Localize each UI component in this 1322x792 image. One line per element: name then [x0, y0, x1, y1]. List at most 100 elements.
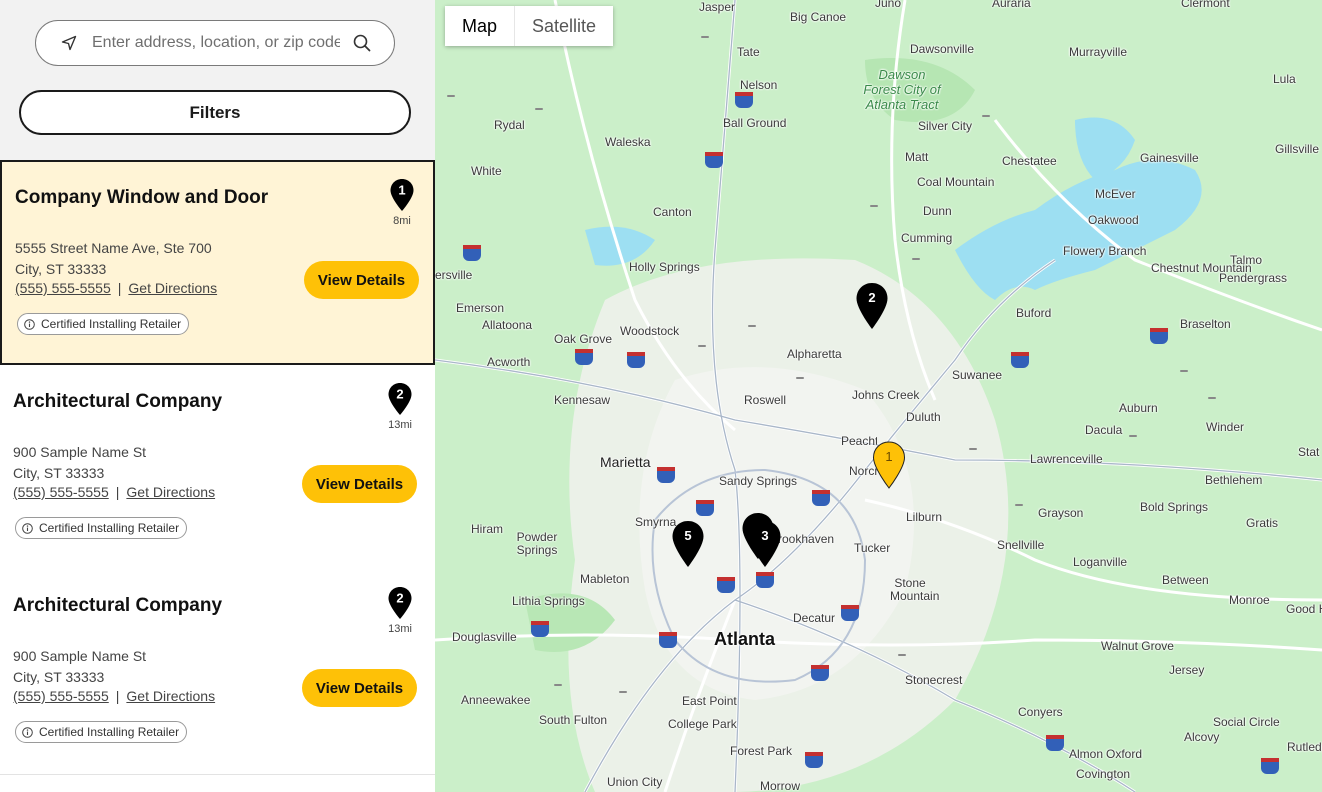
phone-link[interactable]: (555) 555-5555: [15, 280, 111, 296]
info-icon: [24, 318, 36, 330]
certified-badge: Certified Installing Retailer: [15, 721, 188, 743]
place-label: Jersey: [1169, 663, 1205, 677]
view-details-button[interactable]: View Details: [304, 261, 419, 299]
park-label: Dawson Forest City of Atlanta Tract: [863, 67, 941, 112]
view-details-button[interactable]: View Details: [302, 669, 417, 707]
interstate-shield-icon: [705, 152, 723, 168]
route-shield-icon: [870, 205, 878, 207]
marker-label: 3: [761, 528, 769, 543]
phone-link[interactable]: (555) 555-5555: [13, 688, 109, 704]
place-label: Matt: [905, 150, 929, 164]
search-panel: Filters: [0, 0, 435, 161]
location-search-box[interactable]: [35, 20, 395, 66]
result-pin-number: 2: [396, 387, 403, 402]
link-separator: |: [117, 280, 122, 296]
place-label: Nelson: [740, 78, 778, 92]
place-label: Walnut Grove: [1101, 639, 1174, 653]
get-directions-link[interactable]: Get Directions: [126, 688, 215, 704]
interstate-shield-icon: [805, 752, 823, 768]
result-card[interactable]: Architectural Company 2 13mi 900 Sample …: [0, 570, 435, 775]
route-shield-icon: [1208, 397, 1216, 399]
map-tab[interactable]: Map: [445, 6, 515, 46]
place-label: Monroe: [1229, 593, 1270, 607]
place-label: East Point: [682, 694, 737, 708]
interstate-shield-icon: [659, 632, 677, 648]
get-directions-link[interactable]: Get Directions: [126, 484, 215, 500]
phone-link[interactable]: (555) 555-5555: [13, 484, 109, 500]
place-label: Chestatee: [1002, 154, 1057, 168]
map-marker-2[interactable]: 2: [855, 282, 889, 330]
route-shield-icon: [701, 36, 709, 38]
place-label: ersville: [435, 268, 473, 282]
place-label: Decatur: [793, 611, 836, 625]
route-shield-icon: [969, 448, 977, 450]
place-label: Conyers: [1018, 705, 1063, 719]
address: 5555 Street Name Ave, Ste 700 City, ST 3…: [15, 238, 212, 280]
place-label: Atlanta: [714, 629, 776, 649]
place-label: Auraria: [992, 0, 1031, 10]
place-label: Auburn: [1119, 401, 1158, 415]
result-card[interactable]: Architectural Company 2 13mi 900 Sample …: [0, 366, 435, 571]
map-marker-3[interactable]: 3: [748, 520, 782, 568]
place-label: Big Canoe: [790, 10, 847, 24]
place-label: Canton: [653, 205, 692, 219]
result-pin-icon: 1: [388, 178, 416, 212]
distance-label: 13mi: [388, 419, 412, 431]
place-label: Juno: [875, 0, 902, 10]
filters-button[interactable]: Filters: [19, 90, 411, 135]
place-label: Murrayville: [1069, 45, 1128, 59]
place-label: Jasper: [699, 0, 736, 14]
route-shield-icon: [1129, 435, 1137, 437]
place-label: Lilburn: [906, 510, 943, 524]
place-label: Stonecrest: [905, 673, 963, 687]
badge-label: Certified Installing Retailer: [39, 521, 180, 535]
place-label: Marietta: [600, 454, 651, 470]
map-view[interactable]: Map Satellite Jasper Big Canoe Juno Aura…: [435, 0, 1322, 792]
route-shield-icon: [796, 377, 804, 379]
place-label: Social Circle: [1213, 715, 1280, 729]
place-label: Roswell: [744, 393, 787, 407]
place-label: Dunn: [923, 204, 952, 218]
interstate-shield-icon: [657, 467, 675, 483]
search-input[interactable]: [92, 34, 340, 52]
place-label: Union City: [607, 775, 663, 789]
address-line-1: 900 Sample Name St: [13, 648, 147, 664]
address-line-2: City, ST 33333: [15, 261, 107, 277]
distance-label: 8mi: [393, 215, 411, 227]
place-label: Stat: [1298, 445, 1320, 459]
search-icon[interactable]: [352, 33, 372, 53]
get-directions-link[interactable]: Get Directions: [128, 280, 217, 296]
result-pin-icon: 2: [386, 586, 414, 620]
place-label: Oak Grove: [554, 332, 613, 346]
place-label: Johns Creek: [852, 388, 920, 402]
result-card[interactable]: Company Window and Door 1 8mi 5555 Stree…: [0, 160, 435, 365]
certified-badge: Certified Installing Retailer: [17, 313, 190, 335]
place-label: Dacula: [1085, 423, 1123, 437]
interstate-shield-icon: [463, 245, 481, 261]
interstate-shield-icon: [1150, 328, 1168, 344]
map-marker-5[interactable]: 5: [671, 520, 705, 568]
result-pin-number: 2: [396, 591, 403, 606]
map-marker-1[interactable]: 1: [872, 441, 906, 489]
view-details-button[interactable]: View Details: [302, 465, 417, 503]
retailer-name[interactable]: Architectural Company: [13, 595, 222, 617]
location-arrow-icon[interactable]: [60, 34, 78, 52]
place-label: Lithia Springs: [512, 594, 585, 608]
address-line-2: City, ST 33333: [13, 465, 105, 481]
interstate-shield-icon: [756, 572, 774, 588]
place-label: Hiram: [471, 522, 503, 536]
retailer-name[interactable]: Company Window and Door: [15, 187, 268, 209]
place-label: Kennesaw: [554, 393, 611, 407]
place-label: Anneewakee: [461, 693, 531, 707]
interstate-shield-icon: [1261, 758, 1279, 774]
place-label: Tucker: [854, 541, 891, 555]
place-label: Douglasville: [452, 630, 517, 644]
route-shield-icon: [698, 345, 706, 347]
retailer-name[interactable]: Architectural Company: [13, 391, 222, 413]
place-label: Mableton: [580, 572, 630, 586]
interstate-shield-icon: [735, 92, 753, 108]
result-pin-icon: 2: [386, 382, 414, 416]
place-label: Duluth: [906, 410, 941, 424]
satellite-tab[interactable]: Satellite: [514, 6, 614, 46]
place-label: Braselton: [1180, 317, 1231, 331]
